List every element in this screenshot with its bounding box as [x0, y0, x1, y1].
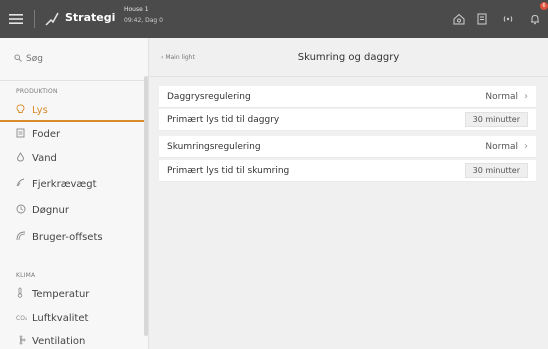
sidebar-item-label: Døgnur: [32, 204, 69, 216]
setting-select[interactable]: Normal ›: [485, 91, 528, 102]
setting-row-skumringsregulering[interactable]: Skumringsregulering Normal ›: [159, 136, 536, 158]
header-divider: [149, 76, 548, 77]
chevron-right-icon: ›: [524, 91, 528, 102]
setting-row-daggrysregulering[interactable]: Daggrysregulering Normal ›: [159, 86, 536, 108]
sidebar-item-label: Vand: [32, 152, 57, 164]
sidebar-item-label: Bruger-offsets: [32, 231, 103, 243]
search-box[interactable]: [14, 50, 134, 68]
sidebar-item-bruger-offsets[interactable]: Bruger-offsets: [0, 226, 145, 248]
back-link[interactable]: ‹ Main light: [161, 54, 195, 61]
app-title[interactable]: Strategi: [65, 11, 115, 24]
page-title: Skumring og daggry: [297, 52, 400, 63]
light-icon: [16, 104, 32, 117]
offset-icon: [16, 231, 32, 244]
sidebar-item-ventilation[interactable]: Ventilation: [0, 330, 145, 349]
setting-label: Skumringsregulering: [167, 141, 261, 152]
setting-label: Primært lys tid til daggry: [167, 114, 280, 125]
weight-icon: [16, 178, 32, 191]
back-link-label: Main light: [165, 54, 195, 61]
search-icon: [14, 53, 26, 65]
duration-input[interactable]: 30 minutter: [464, 163, 528, 178]
sidebar-scrollbar[interactable]: [144, 76, 148, 336]
duration-input[interactable]: 30 minutter: [464, 112, 528, 127]
sidebar-item-fjerkraevaegt[interactable]: Fjerkrævægt: [0, 173, 145, 195]
section-heading-klima: KLIMA: [16, 272, 36, 279]
sidebar-item-foder[interactable]: Foder: [0, 123, 145, 145]
sidebar-item-label: Foder: [32, 128, 61, 140]
sidebar-item-vand[interactable]: Vand: [0, 147, 145, 169]
alarm-count-badge[interactable]: 6: [540, 2, 548, 10]
sidebar-item-label: Luftkvalitet: [32, 312, 89, 324]
setting-row-primaert-lys-daggry: Primært lys tid til daggry 30 minutter: [159, 109, 536, 131]
top-bar: Strategi House 1 09:42, Dag 0 6: [0, 0, 548, 38]
sidebar-item-lys[interactable]: Lys: [0, 100, 145, 122]
clock-icon: [16, 204, 32, 217]
chevron-right-icon: ›: [524, 141, 528, 152]
search-input[interactable]: [26, 54, 126, 64]
sidebar-item-label: Fjerkrævægt: [32, 178, 97, 190]
setting-value: Normal: [485, 141, 518, 152]
house-name[interactable]: House 1: [124, 6, 149, 13]
sidebar-divider: [0, 80, 148, 81]
feed-icon: [16, 128, 32, 141]
setting-row-primaert-lys-skumring: Primært lys tid til skumring 30 minutter: [159, 160, 536, 182]
sidebar-item-label: Temperatur: [32, 288, 90, 300]
signal-icon[interactable]: [500, 11, 516, 27]
strategy-icon: [44, 10, 60, 28]
setting-value: Normal: [485, 91, 518, 102]
sidebar-item-label: Ventilation: [32, 335, 86, 347]
document-icon[interactable]: [474, 11, 490, 27]
sidebar-item-dognur[interactable]: Døgnur: [0, 199, 145, 221]
house-time: 09:42, Dag 0: [124, 17, 163, 24]
setting-label: Daggrysregulering: [167, 91, 251, 102]
setting-select[interactable]: Normal ›: [485, 141, 528, 152]
water-icon: [16, 151, 32, 165]
sidebar-item-temperatur[interactable]: Temperatur: [0, 283, 145, 305]
main-content: Skumring og daggry ‹ Main light Daggrysr…: [149, 38, 548, 349]
thermometer-icon: [16, 287, 32, 301]
co2-icon: CO₂: [16, 314, 28, 322]
setting-label: Primært lys tid til skumring: [167, 165, 290, 176]
sidebar-item-label: Lys: [32, 104, 48, 116]
bell-icon[interactable]: [527, 11, 543, 27]
ventilation-icon: [16, 335, 32, 348]
sidebar-item-luftkvalitet[interactable]: CO₂ Luftkvalitet: [0, 307, 145, 329]
section-heading-produktion: PRODUKTION: [16, 88, 58, 95]
topbar-separator: [34, 10, 35, 28]
house-icon[interactable]: [451, 11, 467, 27]
hamburger-menu-icon[interactable]: [6, 9, 26, 29]
sidebar: PRODUKTION Lys Foder Vand Fjerkrævægt Dø…: [0, 38, 149, 349]
